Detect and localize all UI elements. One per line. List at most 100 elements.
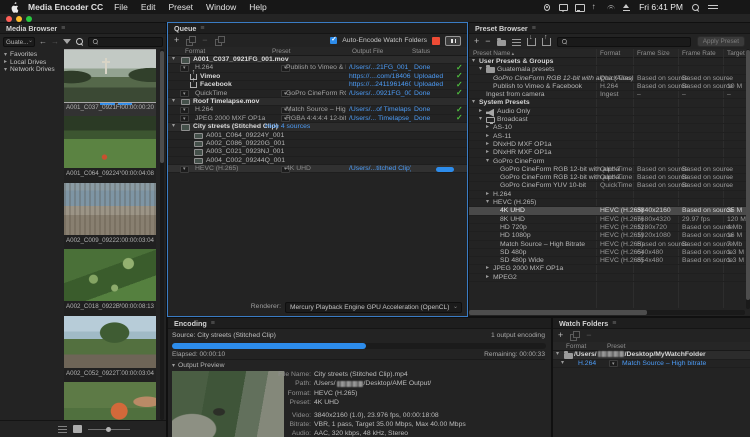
thumbnail-view-icon[interactable] xyxy=(73,425,82,433)
copy-button[interactable] xyxy=(215,36,224,45)
apple-menu-icon[interactable] xyxy=(10,2,19,13)
column-header-preset[interactable]: Preset xyxy=(272,48,290,55)
chevron-down-icon[interactable]: ▾ xyxy=(561,360,564,366)
remove-button[interactable]: − xyxy=(202,36,207,45)
preset-row[interactable]: ▾HEVC (H.265) xyxy=(469,199,750,207)
add-source-button[interactable]: + xyxy=(174,36,179,45)
import-presets-icon[interactable] xyxy=(527,38,536,46)
remove-watch-folder-button[interactable]: − xyxy=(586,331,591,340)
add-watch-folder-button[interactable]: + xyxy=(558,331,563,340)
chevron-down-icon[interactable]: ▾ xyxy=(486,158,489,164)
watch-folder-format[interactable]: H.264 xyxy=(578,360,596,369)
queue-row-output[interactable]: JPEG 2000 MXF OP1aRGBA 4:4:4:4 12-bit (B… xyxy=(168,115,467,123)
preset-row[interactable]: ▸AS-11 xyxy=(469,133,750,141)
format-dropdown[interactable] xyxy=(180,90,189,97)
preset-vertical-scrollbar[interactable] xyxy=(746,49,750,309)
media-clip-item[interactable]: A002_C009_092221_...00:00:03:04 xyxy=(64,182,156,249)
preset-browser-tab[interactable]: Preset Browser ≡ xyxy=(469,23,750,34)
media-search-box[interactable] xyxy=(88,37,163,47)
new-group-icon[interactable] xyxy=(497,40,506,46)
preset-dropdown[interactable] xyxy=(609,360,618,367)
clip-thumbnail[interactable] xyxy=(64,316,156,368)
chevron-down-icon[interactable]: ▾ xyxy=(472,99,475,105)
format-dropdown[interactable] xyxy=(180,65,189,72)
preset-horizontal-scrollbar[interactable] xyxy=(469,310,745,315)
duplicate-button[interactable] xyxy=(186,36,195,45)
panel-menu-icon[interactable]: ≡ xyxy=(612,320,616,327)
list-view-icon[interactable] xyxy=(58,425,67,433)
hide-sources-link[interactable]: Hide 4 sources xyxy=(265,123,310,131)
queue-row-output[interactable]: HEVC (H.265)4K UHD/Users/...titched Clip… xyxy=(168,165,467,173)
column-header-preset-name[interactable]: Preset Name xyxy=(473,50,514,57)
queue-row-source[interactable]: ▾City streets (Stitched Clip)Hide 4 sour… xyxy=(168,123,467,131)
thumbnail-size-slider[interactable] xyxy=(88,425,130,433)
output-file-link[interactable]: /Users/...titched Clip).mp4 xyxy=(349,165,411,173)
media-clip-item[interactable]: A002_C052_0922T7_...00:00:03:04 xyxy=(64,315,156,382)
queue-row-output[interactable]: H.264Match Source – High bitr.../Users/.… xyxy=(168,106,467,114)
preset-row[interactable]: ▸Audio Only xyxy=(469,108,750,116)
queue-row-share[interactable]: Facebookhttps://...24119614602283Uploade… xyxy=(168,81,467,89)
preset-row[interactable]: GoPro CineForm YUV 10-bitQuickTimeBased … xyxy=(469,182,750,190)
column-header-format[interactable]: Format xyxy=(600,50,620,57)
media-clip-item[interactable]: A001_C037_0921FG_...00:00:00:20 xyxy=(64,49,156,116)
window-minimize-button[interactable] xyxy=(16,16,22,22)
menubar-clock[interactable]: Fri 6:41 PM xyxy=(639,2,683,12)
panel-menu-icon[interactable]: ≡ xyxy=(200,25,204,32)
location-dropdown[interactable]: Guate... xyxy=(3,37,35,47)
preset-row[interactable]: Match Source – High BitrateHEVC (H.265)B… xyxy=(469,241,750,249)
format-dropdown[interactable] xyxy=(180,166,189,173)
format-dropdown[interactable] xyxy=(180,115,189,122)
preset-row[interactable]: 4K UHDHEVC (H.265)3840x2160Based on sour… xyxy=(469,207,750,215)
panel-menu-icon[interactable]: ≡ xyxy=(211,320,215,327)
encoding-tab[interactable]: Encoding ≡ xyxy=(168,318,551,329)
chevron-right-icon[interactable]: ▸ xyxy=(486,141,489,147)
watch-folder-preset[interactable]: Match Source – High bitrate xyxy=(622,360,706,369)
menubar-arrow-up-icon[interactable] xyxy=(590,2,599,12)
preset-row[interactable]: Ingest from cameraIngest––– xyxy=(469,91,750,99)
clip-thumbnail[interactable] xyxy=(64,116,156,168)
preset-row[interactable]: ▸DNxHR MXF OP1a xyxy=(469,149,750,157)
preset-row[interactable]: HD 720pHEVC (H.265)1280x720Based on sour… xyxy=(469,224,750,232)
preset-search-input[interactable] xyxy=(570,38,688,45)
chevron-icon[interactable]: ▸ xyxy=(4,59,7,65)
renderer-dropdown[interactable]: Mercury Playback Engine GPU Acceleration… xyxy=(285,302,462,313)
watch-folder-preset-row[interactable]: ▾ H.264 Match Source – High bitrate xyxy=(553,360,750,369)
output-file-link[interactable]: /Users/... Timelapse_1.mxf xyxy=(349,115,411,123)
notification-center-icon[interactable] xyxy=(708,3,718,12)
preset-row[interactable]: SD 480p WideHEVC (H.265)854x480Based on … xyxy=(469,257,750,265)
chevron-icon[interactable]: ▾ xyxy=(4,52,7,58)
format-dropdown[interactable] xyxy=(180,107,189,114)
menubar-messages-icon[interactable] xyxy=(558,2,567,12)
column-header-frame-rate[interactable]: Frame Rate xyxy=(682,50,716,57)
preset-row[interactable]: GoPro CineForm RGB 12-bit with alpha (Al… xyxy=(469,75,750,83)
filter-funnel-icon[interactable] xyxy=(63,39,71,44)
menu-edit[interactable]: Edit xyxy=(141,2,156,12)
queue-tab[interactable]: Queue ≡ xyxy=(168,23,467,34)
menubar-wifi-icon[interactable] xyxy=(606,2,615,12)
media-clip-item[interactable] xyxy=(64,382,156,421)
menu-file[interactable]: File xyxy=(114,2,128,12)
apply-preset-button[interactable]: Apply Preset xyxy=(697,36,745,47)
chevron-down-icon[interactable]: ▾ xyxy=(172,56,175,62)
preset-row[interactable]: SD 480pHEVC (H.265)640x480Based on sourc… xyxy=(469,249,750,257)
clip-thumbnail[interactable] xyxy=(64,50,156,102)
preset-row[interactable]: ▾System Presets xyxy=(469,99,750,107)
panel-menu-icon[interactable]: ≡ xyxy=(61,25,65,32)
chevron-down-icon[interactable]: ▾ xyxy=(479,66,482,72)
spotlight-search-icon[interactable] xyxy=(691,3,700,12)
preset-row[interactable]: ▸H.264 xyxy=(469,191,750,199)
create-preset-button[interactable]: + xyxy=(474,37,479,46)
column-header-frame-size[interactable]: Frame Size xyxy=(637,50,670,57)
menu-preset[interactable]: Preset xyxy=(168,2,193,12)
column-header-format[interactable]: Format xyxy=(566,343,586,350)
output-file-link[interactable]: https://...24119614602283 xyxy=(349,81,411,89)
preset-row[interactable]: ▸DNxHD MXF OP1a xyxy=(469,141,750,149)
chevron-right-icon[interactable]: ▸ xyxy=(479,108,482,114)
media-browser-scrollbar[interactable] xyxy=(160,49,164,420)
menubar-camera-icon[interactable] xyxy=(542,2,551,12)
panel-menu-icon[interactable]: ≡ xyxy=(532,25,536,32)
watch-folders-tab[interactable]: Watch Folders ≡ xyxy=(553,318,750,329)
menu-window[interactable]: Window xyxy=(206,2,236,12)
preset-row[interactable]: GoPro CineForm RGB 12-bit with alphaQuic… xyxy=(469,166,750,174)
output-file-link[interactable]: /Users/...0921FG_001.mov xyxy=(349,90,411,98)
